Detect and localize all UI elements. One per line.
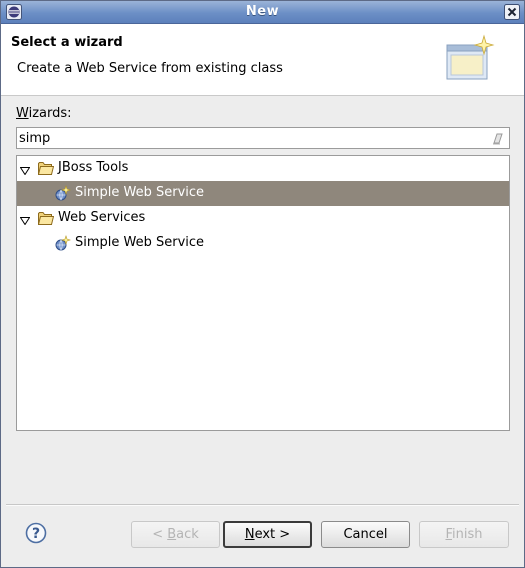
back-button-text: ack xyxy=(176,527,199,542)
filter-field[interactable] xyxy=(16,127,510,149)
finish-button-text: inish xyxy=(452,527,483,542)
new-wizard-icon xyxy=(446,34,496,84)
tree-group-label: JBoss Tools xyxy=(58,160,129,175)
tree-item-simple-web-service-jboss[interactable]: Simple Web Service xyxy=(17,181,509,206)
banner-description: Create a Web Service from existing class xyxy=(17,61,283,76)
svg-text:?: ? xyxy=(32,526,40,542)
tree-item-label: Simple Web Service xyxy=(75,185,205,200)
clear-filter-icon[interactable] xyxy=(491,131,505,145)
wizards-label-text: izards: xyxy=(28,106,72,121)
tree-group-jboss-tools[interactable]: JBoss Tools xyxy=(17,156,509,181)
expanded-arrow-icon[interactable] xyxy=(19,164,31,176)
tree-item-label: Simple Web Service xyxy=(75,235,205,250)
wizard-banner: Select a wizard Create a Web Service fro… xyxy=(1,24,524,96)
tree-item-simple-web-service-ws[interactable]: Simple Web Service xyxy=(17,231,509,256)
finish-button[interactable]: Finish xyxy=(419,521,509,548)
tree-group-label: Web Services xyxy=(58,210,146,225)
close-icon[interactable] xyxy=(504,4,520,20)
wizards-label-mnemonic: W xyxy=(16,106,29,121)
folder-icon xyxy=(37,161,55,175)
web-service-wizard-icon xyxy=(55,235,71,251)
next-button-text: ext > xyxy=(254,527,291,542)
title-bar[interactable]: New xyxy=(1,1,524,24)
next-button-mnemonic: N xyxy=(244,527,255,542)
back-button-mnemonic: B xyxy=(167,527,177,542)
expanded-arrow-icon[interactable] xyxy=(19,214,31,226)
web-service-wizard-icon xyxy=(55,185,71,201)
cancel-button[interactable]: Cancel xyxy=(321,521,410,548)
wizards-label: Wizards: xyxy=(16,106,72,121)
back-button[interactable]: < Back xyxy=(131,521,220,548)
tree-group-web-services[interactable]: Web Services xyxy=(17,206,509,231)
help-icon[interactable]: ? xyxy=(25,522,47,544)
filter-input[interactable] xyxy=(19,129,489,147)
banner-title: Select a wizard xyxy=(11,35,123,50)
new-wizard-dialog: New Select a wizard Create a Web Service… xyxy=(0,0,525,568)
wizard-tree[interactable]: JBoss Tools Simple Web Service Web Servi… xyxy=(16,155,510,431)
window-title: New xyxy=(245,4,280,19)
button-bar-separator xyxy=(6,504,519,506)
cancel-button-text: Cancel xyxy=(343,527,388,542)
next-button[interactable]: Next > xyxy=(223,521,312,548)
folder-icon xyxy=(37,211,55,225)
back-button-prefix: < xyxy=(152,527,168,542)
